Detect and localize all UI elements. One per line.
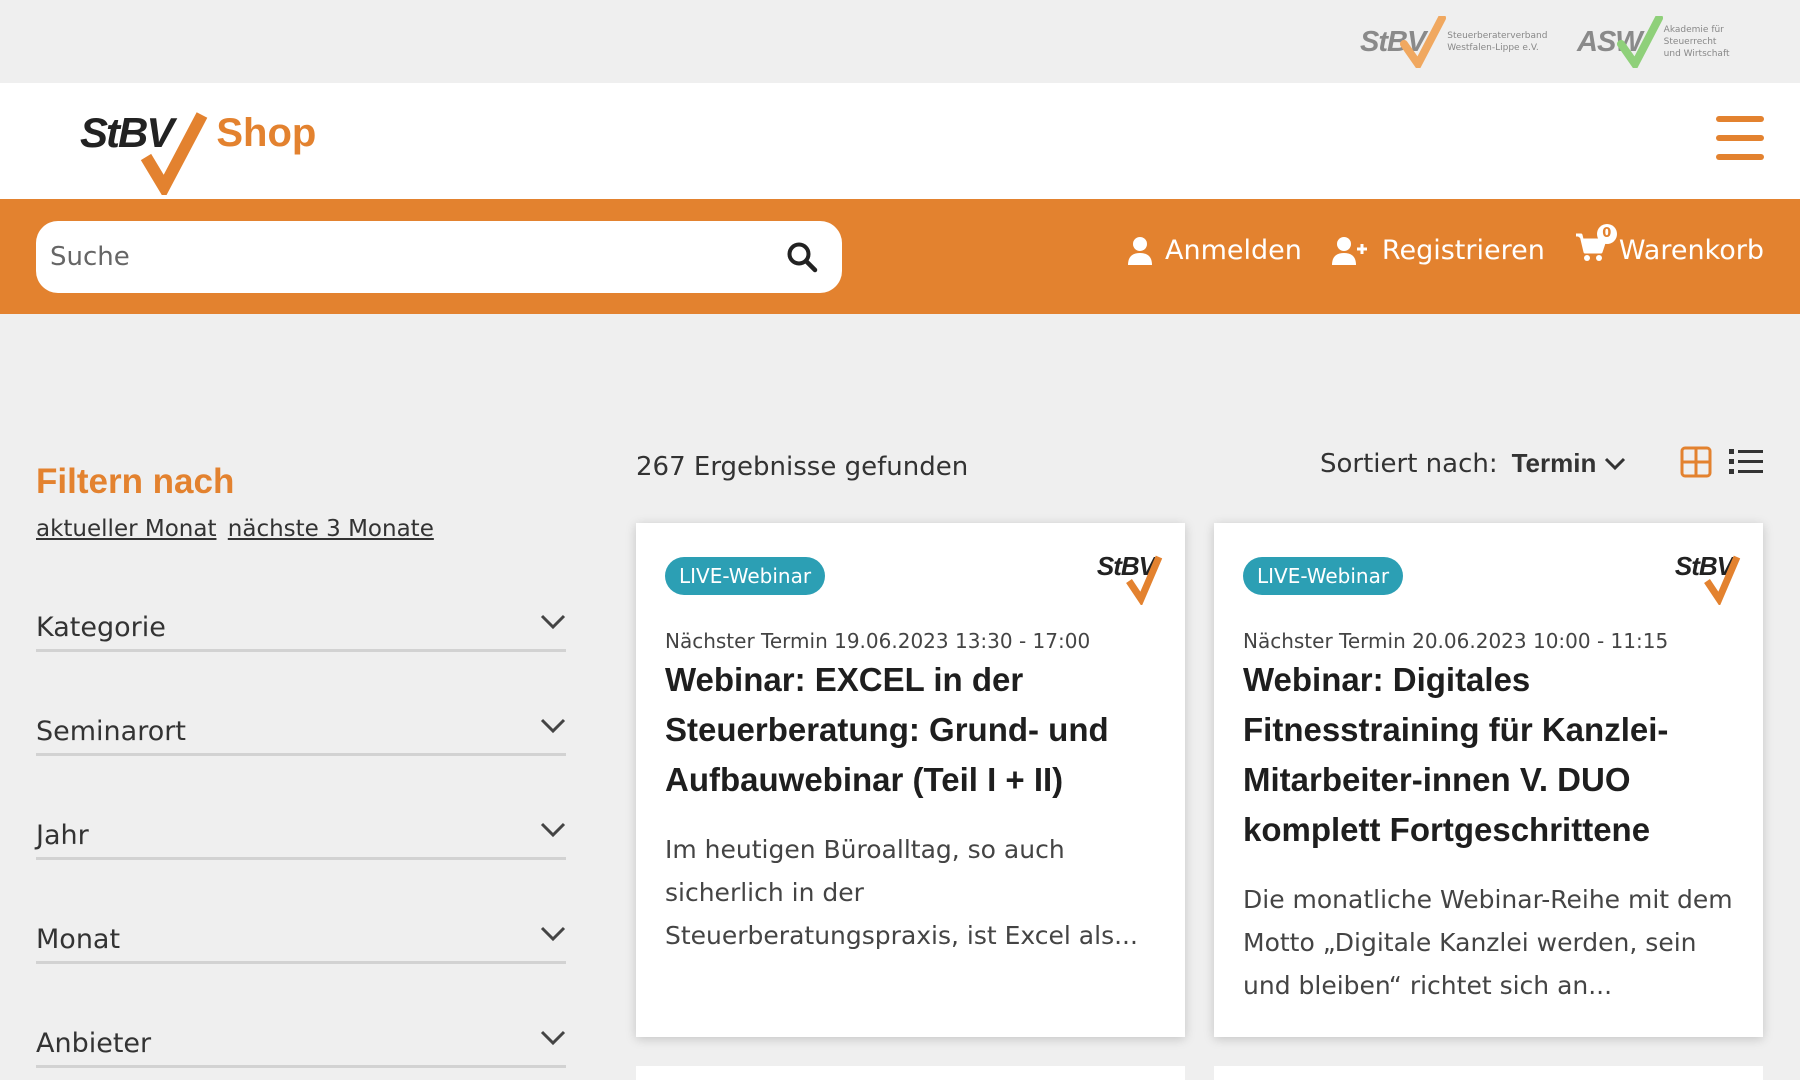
- register-label: Registrieren: [1381, 235, 1545, 266]
- search-box: [36, 221, 842, 293]
- login-link[interactable]: Anmelden: [1127, 235, 1302, 266]
- search-input[interactable]: [50, 242, 750, 272]
- check-icon: [1704, 555, 1741, 605]
- partner-bar: StBV Steuerberaterverband Westfalen-Lipp…: [0, 0, 1800, 83]
- card-provider-logo: StBV: [1675, 551, 1741, 605]
- cart-count-badge: 0: [1596, 224, 1617, 244]
- facet-label: Anbieter: [36, 1028, 152, 1059]
- product-card[interactable]: LIVE-Webinar StBV Nächster Termin 20.06.…: [1214, 523, 1763, 1037]
- card-description: Im heutigen Büroalltag, so auch sicherli…: [665, 835, 1138, 950]
- chevron-down-icon: [540, 718, 566, 734]
- site-header: StBV Shop: [0, 83, 1800, 199]
- results-count: 267 Ergebnisse gefunden: [636, 452, 969, 482]
- partner-logo-stbv[interactable]: StBV Steuerberaterverband Westfalen-Lipp…: [1360, 14, 1557, 70]
- hamburger-menu-icon[interactable]: [1716, 116, 1764, 160]
- search-icon[interactable]: [786, 241, 818, 273]
- sort-select[interactable]: Termin: [1512, 448, 1627, 479]
- action-bar: Anmelden Registrieren 0 Warenkorb: [0, 199, 1800, 314]
- login-label: Anmelden: [1165, 235, 1302, 266]
- facet-monat[interactable]: Monat: [36, 920, 566, 964]
- card-date: Nächster Termin 20.06.2023 10:00 - 11:15: [1243, 629, 1669, 653]
- filter-link-next-3-months[interactable]: nächste 3 Monate: [228, 516, 434, 542]
- check-icon: [140, 112, 208, 195]
- live-webinar-badge: LIVE-Webinar: [665, 557, 826, 595]
- sort-value: Termin: [1511, 448, 1597, 478]
- list-view-icon[interactable]: [1728, 446, 1764, 478]
- chevron-down-icon: [540, 614, 566, 630]
- logo-shop-text: Shop: [216, 111, 317, 155]
- sort-control: Sortiert nach: Termin: [1320, 448, 1626, 479]
- card-provider-logo: StBV: [1097, 551, 1163, 605]
- partner-stbv-text: Steuerberaterverband Westfalen-Lippe e.V…: [1447, 31, 1548, 53]
- check-icon: [1400, 16, 1446, 68]
- facet-kategorie[interactable]: Kategorie: [36, 608, 566, 652]
- product-card-partial[interactable]: [636, 1066, 1185, 1080]
- facet-label: Kategorie: [36, 612, 166, 643]
- facet-label: Jahr: [36, 820, 89, 851]
- shop-logo[interactable]: StBV Shop: [80, 97, 317, 195]
- cart-link[interactable]: 0 Warenkorb: [1575, 224, 1764, 269]
- facet-jahr[interactable]: Jahr: [36, 816, 566, 860]
- filter-sidebar: Filtern nach aktueller Monat nächste 3 M…: [36, 462, 566, 542]
- partner-asw-text: Akademie für Steuerrecht und Wirtschaft: [1663, 25, 1730, 59]
- facet-label: Monat: [36, 924, 121, 955]
- grid-view-icon[interactable]: [1680, 446, 1712, 478]
- user-icon: [1128, 236, 1153, 265]
- register-link[interactable]: Registrieren: [1331, 235, 1545, 266]
- user-plus-icon: [1331, 236, 1367, 265]
- live-webinar-badge: LIVE-Webinar: [1243, 557, 1404, 595]
- cart-icon-wrap: 0: [1575, 224, 1617, 269]
- card-title[interactable]: Webinar: EXCEL in der Steuerberatung: Gr…: [665, 655, 1160, 805]
- product-card-partial[interactable]: [1214, 1066, 1763, 1080]
- check-icon: [1617, 16, 1663, 68]
- account-nav: Anmelden Registrieren 0 Warenkorb: [1097, 224, 1764, 269]
- card-description: Die monatliche Webinar-Reihe mit dem Mot…: [1243, 885, 1733, 1000]
- chevron-down-icon: [1605, 457, 1626, 470]
- filter-title: Filtern nach: [36, 462, 235, 501]
- facet-seminarort[interactable]: Seminarort: [36, 712, 566, 756]
- quick-filter-links: aktueller Monat nächste 3 Monate: [36, 516, 566, 542]
- chevron-down-icon: [540, 1030, 566, 1046]
- check-icon: [1126, 555, 1163, 605]
- partner-logo-asw[interactable]: ASW Akademie für Steuerrecht und Wirtsch…: [1577, 14, 1774, 70]
- cart-label: Warenkorb: [1618, 235, 1764, 266]
- chevron-down-icon: [540, 822, 566, 838]
- facet-anbieter[interactable]: Anbieter: [36, 1024, 566, 1068]
- card-title[interactable]: Webinar: Digitales Fitnesstraining für K…: [1243, 655, 1738, 855]
- chevron-down-icon: [540, 926, 566, 942]
- sort-label: Sortiert nach:: [1320, 448, 1498, 479]
- card-date: Nächster Termin 19.06.2023 13:30 - 17:00: [665, 629, 1091, 653]
- product-card[interactable]: LIVE-Webinar StBV Nächster Termin 19.06.…: [636, 523, 1185, 1037]
- filter-link-current-month[interactable]: aktueller Monat: [36, 516, 216, 542]
- facet-label: Seminarort: [36, 716, 186, 747]
